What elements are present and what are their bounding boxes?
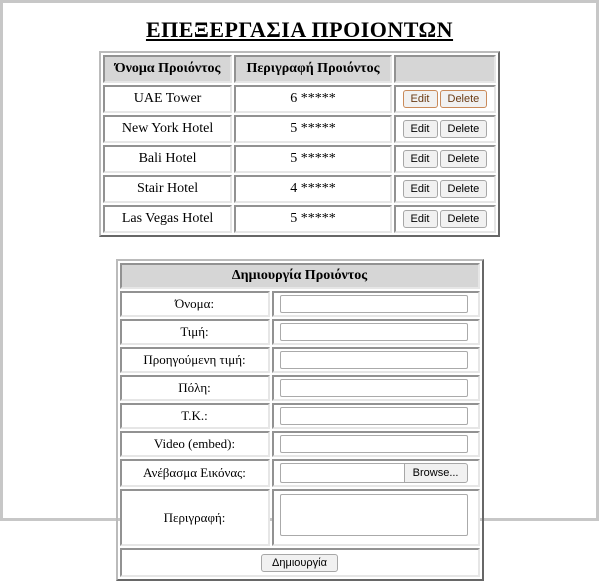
edit-button[interactable]: Edit [403,90,438,108]
form-caption: Δημιουργία Προιόντος [120,263,480,289]
create-form-wrap: Δημιουργία Προιόντος Όνομα: Τιμή: Προηγο… [3,259,596,581]
cell-actions: EditDelete [394,145,497,173]
cell-name: Bali Hotel [103,145,233,173]
edit-button[interactable]: Edit [403,210,438,228]
cell-name: UAE Tower [103,85,233,113]
label-city: Πόλη: [120,375,270,401]
delete-button[interactable]: Delete [440,120,488,138]
app-frame: ΕΠΕΞΕΡΓΑΣΙΑ ΠΡΟΙΟΝΤΩΝ Όνομα Προιόντος Πε… [0,0,599,521]
label-zip: Τ.Κ.: [120,403,270,429]
label-desc: Περιγραφή: [120,489,270,546]
browse-button[interactable]: Browse... [404,463,468,483]
edit-button[interactable]: Edit [403,150,438,168]
cell-actions: EditDelete [394,175,497,203]
col-header-name: Όνομα Προιόντος [103,55,233,83]
cell-name: Stair Hotel [103,175,233,203]
table-row: Stair Hotel4 *****EditDelete [103,175,497,203]
table-row: UAE Tower6 *****EditDelete [103,85,497,113]
page-title: ΕΠΕΞΕΡΓΑΣΙΑ ΠΡΟΙΟΝΤΩΝ [3,17,596,43]
cell-desc: 6 ***** [234,85,391,113]
cell-name: Las Vegas Hotel [103,205,233,233]
label-name: Όνομα: [120,291,270,317]
file-path-display [280,463,404,483]
table-row: Las Vegas Hotel5 *****EditDelete [103,205,497,233]
delete-button[interactable]: Delete [440,210,488,228]
cell-desc: 4 ***** [234,175,391,203]
cell-desc: 5 ***** [234,115,391,143]
file-picker[interactable]: Browse... [280,463,468,483]
delete-button[interactable]: Delete [440,150,488,168]
delete-button[interactable]: Delete [440,180,488,198]
cell-actions: EditDelete [394,85,497,113]
delete-button[interactable]: Delete [440,90,488,108]
products-table: Όνομα Προιόντος Περιγραφή Προιόντος UAE … [99,51,501,237]
input-video[interactable] [280,435,468,453]
col-header-desc: Περιγραφή Προιόντος [234,55,391,83]
input-desc[interactable] [280,494,468,536]
cell-actions: EditDelete [394,115,497,143]
table-row: New York Hotel5 *****EditDelete [103,115,497,143]
cell-actions: EditDelete [394,205,497,233]
cell-desc: 5 ***** [234,145,391,173]
input-prev-price[interactable] [280,351,468,369]
col-header-actions [394,55,497,83]
submit-button[interactable]: Δημιουργία [261,554,338,572]
table-row: Bali Hotel5 *****EditDelete [103,145,497,173]
label-image: Ανέβασμα Εικόνας: [120,459,270,487]
create-form: Δημιουργία Προιόντος Όνομα: Τιμή: Προηγο… [116,259,484,581]
input-city[interactable] [280,379,468,397]
edit-button[interactable]: Edit [403,120,438,138]
cell-name: New York Hotel [103,115,233,143]
products-table-wrap: Όνομα Προιόντος Περιγραφή Προιόντος UAE … [3,51,596,237]
input-zip[interactable] [280,407,468,425]
input-name[interactable] [280,295,468,313]
cell-desc: 5 ***** [234,205,391,233]
edit-button[interactable]: Edit [403,180,438,198]
content-area: ΕΠΕΞΕΡΓΑΣΙΑ ΠΡΟΙΟΝΤΩΝ Όνομα Προιόντος Πε… [3,3,596,581]
label-price: Τιμή: [120,319,270,345]
label-prev-price: Προηγούμενη τιμή: [120,347,270,373]
input-price[interactable] [280,323,468,341]
label-video: Video (embed): [120,431,270,457]
